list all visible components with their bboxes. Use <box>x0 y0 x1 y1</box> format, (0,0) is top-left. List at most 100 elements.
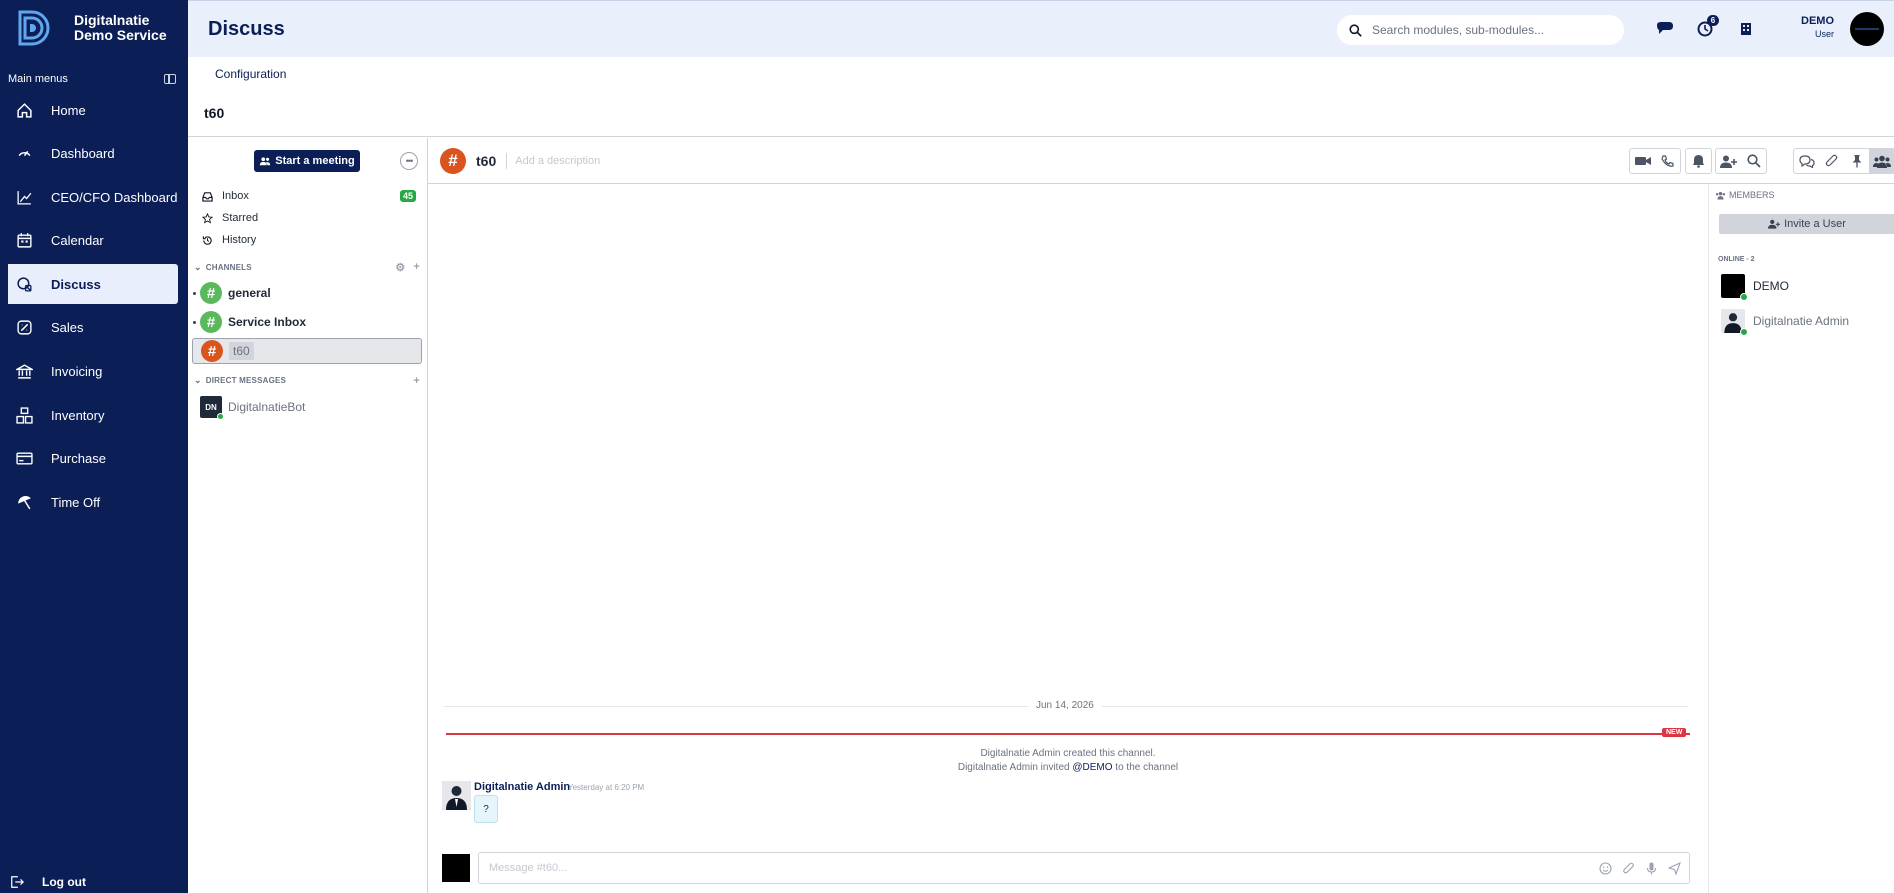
building-icon <box>1741 23 1751 35</box>
discuss-sidebar: Start a meeting ••• Inbox 45 Starred His… <box>188 138 428 893</box>
channel-t60[interactable]: # t60 <box>192 338 422 364</box>
microphone-icon[interactable] <box>1645 862 1658 875</box>
discuss-icon <box>17 277 32 292</box>
panel-toggles <box>1793 148 1894 174</box>
nav-item-purchase[interactable]: Purchase <box>4 439 178 479</box>
paperclip-icon <box>1825 154 1838 167</box>
channel-service-inbox[interactable]: # Service Inbox <box>192 309 422 335</box>
composer-input[interactable]: Message #t60... <box>489 862 567 874</box>
nav-item-discuss[interactable]: Discuss <box>4 264 178 305</box>
sidebar-toggle-icon[interactable] <box>164 74 176 84</box>
add-dm-icon[interactable]: + <box>413 375 420 387</box>
video-call-button[interactable] <box>1630 149 1655 173</box>
search-icon <box>1349 23 1362 37</box>
umbrella-icon <box>18 495 31 510</box>
unread-dot <box>193 320 196 324</box>
video-camera-icon <box>1634 157 1651 165</box>
users-icon <box>260 157 271 166</box>
add-users-button[interactable] <box>1716 149 1741 173</box>
dashboard-icon <box>18 151 31 157</box>
mailbox-history[interactable]: History <box>202 232 422 248</box>
company-switcher-button[interactable] <box>1734 19 1758 39</box>
sales-icon <box>17 320 32 336</box>
channel-tools <box>1715 148 1767 174</box>
member-list-button[interactable] <box>1869 149 1894 173</box>
avatar-initials: DN <box>205 402 217 412</box>
nav-item-ceo-cfo-dashboard[interactable]: CEO/CFO Dashboard <box>4 177 178 217</box>
pinned-messages-button[interactable] <box>1844 149 1869 173</box>
main-sidebar: Digitalnatie Demo Service Main menus Hom… <box>0 0 188 893</box>
nav-item-time-off[interactable]: Time Off <box>4 482 178 522</box>
notification-settings-button[interactable] <box>1686 149 1711 173</box>
nav-item-invoicing[interactable]: Invoicing <box>4 352 178 392</box>
attachments-button[interactable] <box>1819 149 1844 173</box>
nav-label: Calendar <box>51 233 104 249</box>
author-avatar[interactable] <box>442 781 471 810</box>
mailbox-inbox[interactable]: Inbox 45 <box>202 188 422 204</box>
nav-label: Time Off <box>51 494 101 510</box>
nav-label: Home <box>51 102 86 118</box>
invite-notice-pre: Digitalnatie Admin invited <box>957 762 1073 773</box>
unread-dot <box>193 291 196 295</box>
user-menu[interactable]: DEMO User <box>1801 15 1834 39</box>
attach-file-icon[interactable] <box>1622 862 1635 875</box>
member-item[interactable]: Digitalnatie Admin <box>1721 309 1849 336</box>
nav-item-calendar[interactable]: Calendar <box>4 221 178 261</box>
nav-item-dashboard[interactable]: Dashboard <box>4 134 178 174</box>
logout-label: Log out <box>42 875 86 889</box>
user-name: DEMO <box>1801 15 1834 27</box>
search-input[interactable]: Search modules, sub-modules... <box>1372 23 1544 37</box>
card-icon <box>16 452 33 465</box>
logout-button[interactable]: Log out <box>10 873 86 891</box>
threads-button[interactable] <box>1794 149 1819 173</box>
messages-button[interactable] <box>1654 19 1678 39</box>
nav-item-home[interactable]: Home <box>4 90 178 130</box>
channel-settings-icon[interactable]: ⚙ <box>395 261 405 274</box>
avatar <box>1721 274 1748 301</box>
send-icon[interactable] <box>1668 861 1681 875</box>
nav-item-inventory[interactable]: Inventory <box>4 395 178 435</box>
message-composer[interactable]: Message #t60... <box>478 852 1690 884</box>
user-plus-icon <box>1720 155 1737 168</box>
composer-tools <box>1599 861 1681 875</box>
user-avatar[interactable] <box>1850 12 1884 46</box>
notification-invited: Digitalnatie Admin invited @DEMO to the … <box>428 762 1708 773</box>
inventory-icon <box>16 407 33 424</box>
members-header-label: MEMBERS <box>1729 190 1775 200</box>
call-buttons <box>1629 148 1681 174</box>
voice-call-button[interactable] <box>1655 149 1680 173</box>
invite-user-button[interactable]: Invite a User <box>1719 214 1894 234</box>
channels-category[interactable]: ⌄ CHANNELS ⚙ + <box>194 261 420 274</box>
brand-line1: Digitalnatie <box>74 12 150 28</box>
activity-button[interactable]: 6 <box>1693 15 1719 39</box>
thread-name[interactable]: t60 <box>476 152 508 169</box>
comments-icon <box>1798 154 1815 168</box>
direct-messages-category[interactable]: ⌄ DIRECT MESSAGES + <box>194 375 420 387</box>
chart-line-icon <box>17 190 32 205</box>
mailbox-starred[interactable]: Starred <box>202 210 422 226</box>
configuration-menu[interactable]: Configuration <box>215 67 286 81</box>
bank-icon <box>16 364 33 379</box>
brand-line2: Demo Service <box>74 27 167 43</box>
more-options-button[interactable]: ••• <box>400 152 418 170</box>
emoji-icon[interactable] <box>1599 861 1612 875</box>
messages-icon <box>1657 22 1673 34</box>
channel-general[interactable]: # general <box>192 280 422 306</box>
users-icon <box>1715 191 1726 199</box>
nav-item-sales[interactable]: Sales <box>4 308 178 348</box>
user-mention[interactable]: @DEMO <box>1072 762 1112 773</box>
inbox-icon <box>202 191 213 202</box>
message-author[interactable]: Digitalnatie Admin <box>474 781 570 793</box>
nav-label: Purchase <box>51 451 106 467</box>
search-messages-button[interactable] <box>1741 149 1766 173</box>
avatar-logo-icon <box>1855 28 1879 30</box>
member-item[interactable]: DEMO <box>1721 274 1789 301</box>
start-meeting-button[interactable]: Start a meeting <box>254 150 360 172</box>
dm-digitalnatiebot[interactable]: DN DigitalnatieBot <box>200 396 305 420</box>
brand[interactable]: Digitalnatie Demo Service <box>0 0 188 56</box>
inbox-counter: 45 <box>399 190 416 202</box>
new-messages-line <box>446 733 1690 735</box>
description-input[interactable]: Add a description <box>515 155 600 167</box>
module-search[interactable]: Search modules, sub-modules... <box>1337 15 1624 45</box>
add-channel-icon[interactable]: + <box>413 261 420 274</box>
